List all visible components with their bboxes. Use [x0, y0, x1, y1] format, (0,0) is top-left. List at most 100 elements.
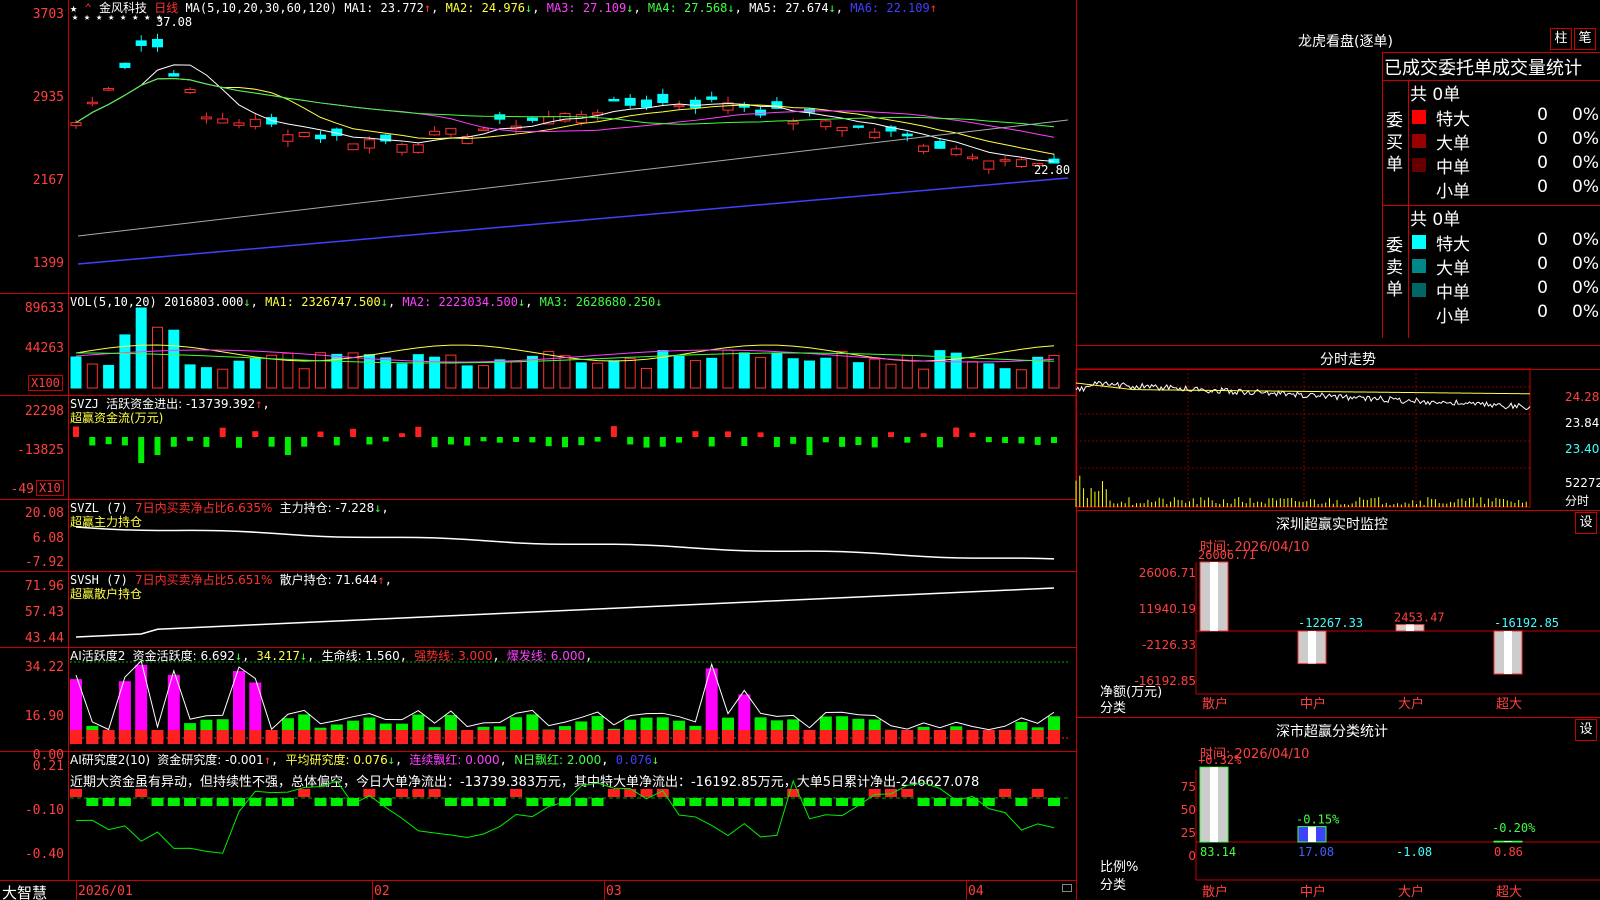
- activity-base: [216, 730, 229, 744]
- activity-base: [559, 730, 571, 744]
- flow-bar: [806, 437, 813, 455]
- volume-bar: [575, 362, 587, 389]
- sz-monitor-chart[interactable]: 26006.71 散户 -12267.33 中户 2453.47 大户 -16192.85 超…: [1195, 522, 1600, 712]
- activity-base: [803, 730, 816, 744]
- flow-bar: [936, 437, 943, 448]
- volume-bar: [86, 363, 98, 389]
- research-bar: [249, 798, 262, 806]
- activity-base: [379, 730, 392, 744]
- flow-bar: [888, 432, 894, 437]
- date-label: 02: [374, 884, 390, 899]
- activity-base: [347, 730, 360, 744]
- flow-bar: [447, 437, 454, 445]
- activity-base: [673, 730, 686, 744]
- flow-bar: [659, 437, 666, 447]
- activity-base: [265, 730, 278, 744]
- research-bar: [396, 789, 408, 797]
- svzl-chart[interactable]: [0, 499, 1076, 571]
- activity-base: [640, 730, 653, 744]
- research-bar: [917, 798, 930, 806]
- activity-base: [917, 730, 930, 744]
- sz-class-chart[interactable]: +0.32% 83.14 散户 -0.15% 17.08 中户 -1.08 大户 -0.20% 0…: [1195, 730, 1600, 900]
- activity-base: [722, 730, 734, 744]
- price-chart[interactable]: [0, 0, 1076, 293]
- volume-bar: [233, 360, 245, 389]
- sell-section-label: 委卖单: [1386, 236, 1403, 300]
- flow-bar: [399, 433, 405, 437]
- sz-monitor-xlabel: 分类: [1100, 701, 1127, 716]
- sell-total: 共 0单: [1410, 210, 1461, 230]
- volume-bar: [852, 362, 864, 389]
- bar-highlight: [1504, 631, 1512, 674]
- bar-highlight: [1504, 841, 1512, 842]
- buy-total: 共 0单: [1410, 85, 1461, 105]
- ai-active-chart[interactable]: [0, 647, 1076, 751]
- flow-bar: [301, 437, 308, 447]
- dragon-tiger-tabs[interactable]: 已成交委托单成交量统计: [1384, 54, 1582, 80]
- volume-bar: [445, 354, 457, 389]
- research-bar: [444, 798, 457, 806]
- candle-body: [689, 99, 701, 108]
- candle-body: [608, 98, 620, 102]
- intraday-price-tick: 24.28: [1565, 390, 1600, 404]
- flow-bar: [627, 437, 634, 445]
- flow-bar: [692, 431, 699, 437]
- activity-base: [705, 730, 718, 744]
- research-bar: [1048, 798, 1060, 806]
- flow-bar: [382, 437, 389, 442]
- bar-mode-button[interactable]: 柱: [1550, 28, 1572, 50]
- order-type-label: 小单: [1436, 307, 1470, 327]
- svzj-chart[interactable]: [0, 395, 1076, 499]
- intraday-chart[interactable]: [1075, 368, 1600, 509]
- research-bar: [216, 798, 229, 806]
- research-bar: [591, 798, 604, 806]
- y-tick: 26006.71: [1138, 566, 1196, 580]
- volume-bar: [135, 307, 147, 389]
- activity-base: [510, 730, 523, 744]
- sz-class-ylabel: 比例%: [1100, 860, 1139, 875]
- activity-base: [70, 730, 82, 744]
- ai-research-chart[interactable]: [0, 751, 1076, 880]
- flow-bar: [431, 437, 438, 448]
- bar-highlight: [1308, 631, 1316, 664]
- activity-base: [624, 730, 637, 744]
- flow-bar: [1002, 437, 1009, 443]
- candle-body: [852, 125, 864, 128]
- bar-value-label: -16192.85: [1494, 616, 1559, 630]
- activity-base: [656, 730, 669, 744]
- volume-bar: [738, 352, 750, 389]
- research-bar: [412, 789, 425, 797]
- bar-highlight: [1210, 562, 1218, 632]
- flow-bar: [366, 437, 373, 445]
- volume-bar: [152, 326, 163, 389]
- research-bar: [722, 798, 734, 806]
- research-bar: [754, 798, 767, 806]
- svsh-chart[interactable]: [0, 571, 1076, 647]
- research-bar: [265, 798, 278, 806]
- flow-bar: [545, 437, 552, 447]
- activity-base: [526, 730, 539, 744]
- flow-bar: [773, 437, 780, 447]
- research-bar: [1015, 798, 1028, 806]
- volume-bar: [543, 350, 555, 389]
- research-bar: [933, 798, 946, 806]
- candle-body: [249, 118, 261, 127]
- ratio-change-label: -0.15%: [1296, 813, 1340, 827]
- stroke-mode-button[interactable]: 笔: [1574, 28, 1596, 50]
- flow-bar: [333, 437, 340, 446]
- date-label: 04: [968, 884, 984, 899]
- flow-bar: [154, 437, 161, 455]
- y-tick: 11940.19: [1138, 602, 1196, 616]
- research-bar: [510, 789, 523, 797]
- order-percent: 0%: [1572, 153, 1599, 173]
- y-tick: 0: [1188, 849, 1196, 863]
- volume-chart[interactable]: [0, 293, 1076, 395]
- activity-base: [184, 730, 197, 744]
- candle-body: [787, 121, 799, 125]
- candle-body: [86, 101, 98, 105]
- activity-base: [868, 730, 881, 744]
- volume-bar: [249, 357, 261, 389]
- color-swatch: [1412, 283, 1426, 297]
- research-bar: [526, 798, 539, 806]
- candle-body: [657, 93, 669, 104]
